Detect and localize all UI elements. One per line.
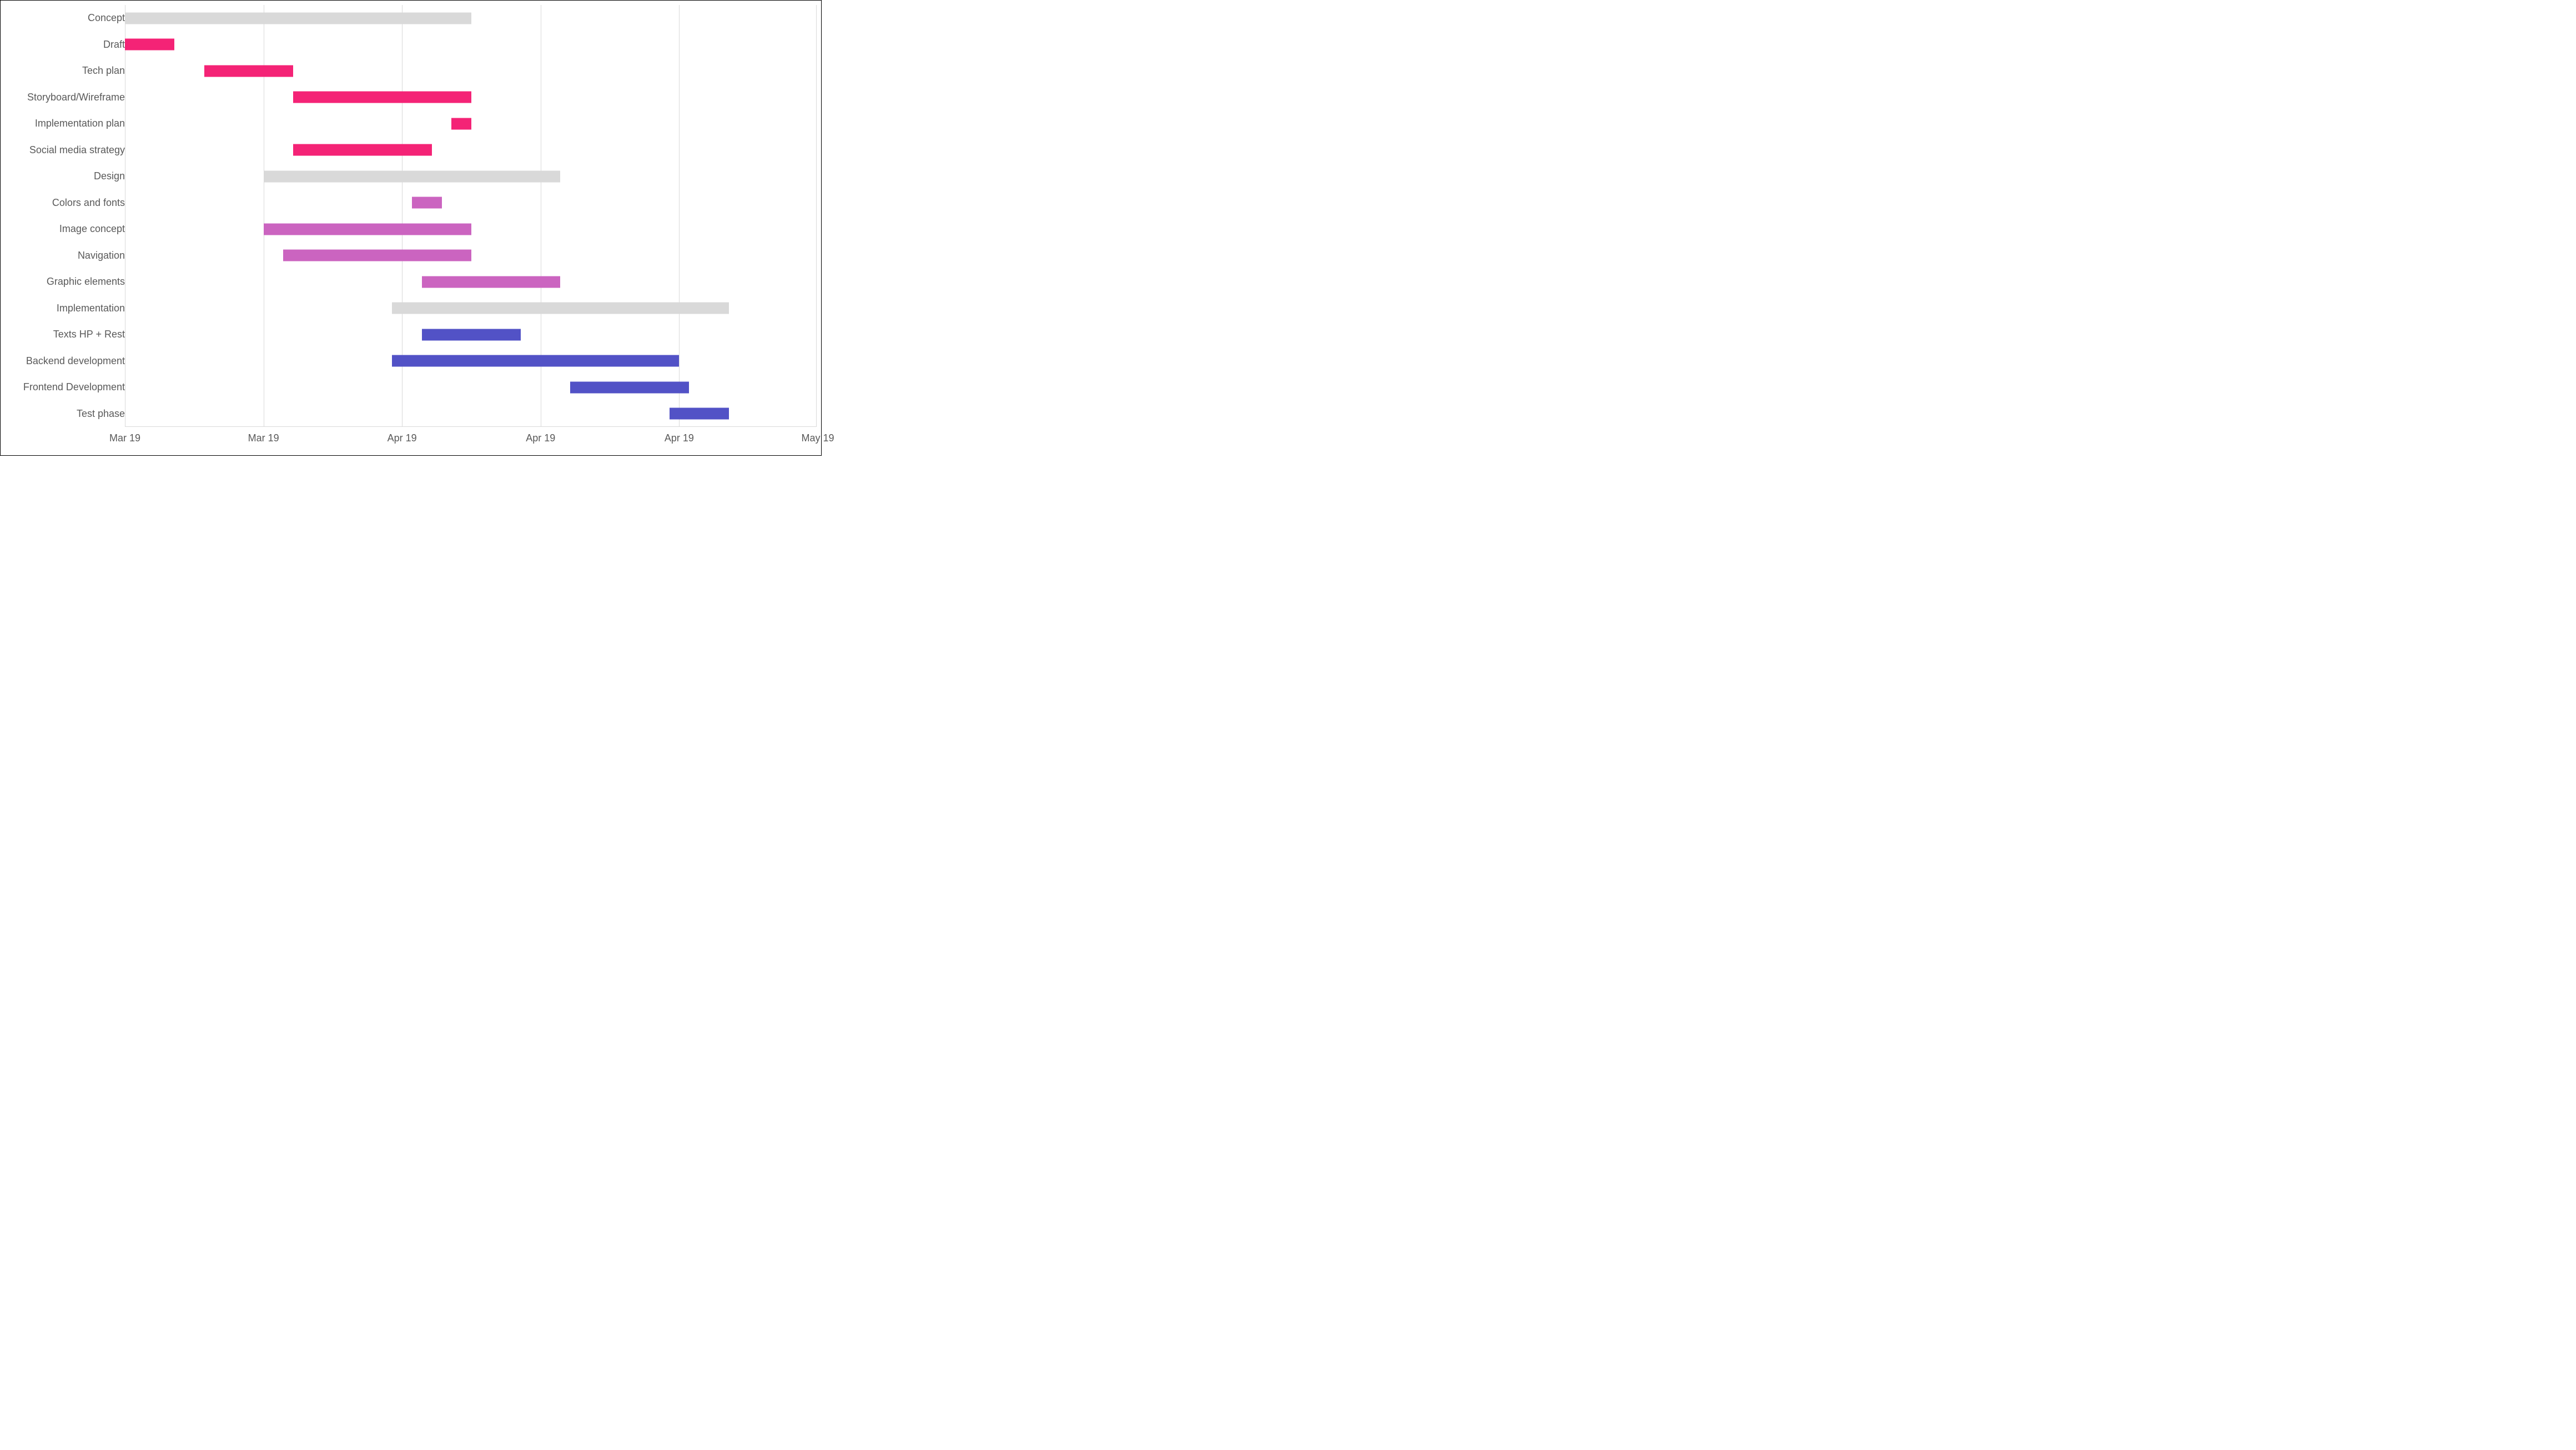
task-label-row: Social media strategy [5, 137, 125, 164]
task-row [125, 5, 816, 32]
gantt-bar [293, 144, 432, 156]
gantt-bar [392, 303, 728, 314]
task-label-row: Concept [5, 5, 125, 32]
task-label: Tech plan [82, 65, 125, 76]
task-label-row: Storyboard/Wireframe [5, 84, 125, 111]
task-row [125, 163, 816, 190]
task-label-row: Image concept [5, 216, 125, 243]
task-row [125, 374, 816, 401]
task-label: Graphic elements [47, 276, 125, 287]
task-label: Storyboard/Wireframe [27, 92, 125, 103]
task-label: Implementation plan [35, 118, 125, 129]
task-labels-column: Concept Draft Tech plan Storyboard/Wirefram… [5, 5, 125, 427]
gantt-bar [670, 408, 729, 420]
x-tick-label: Apr 19 [388, 426, 417, 451]
task-label: Backend development [26, 355, 125, 366]
task-row [125, 32, 816, 58]
x-axis: Mar 19Mar 19Apr 19Apr 19Apr 19May 19 [125, 426, 818, 451]
task-label: Image concept [59, 223, 125, 234]
task-label-row: Tech plan [5, 58, 125, 84]
task-label: Navigation [78, 250, 125, 261]
gantt-bar [264, 223, 471, 235]
gantt-chart: Concept Draft Tech plan Storyboard/Wirefram… [5, 5, 817, 451]
gantt-bar [293, 92, 471, 103]
x-tick-label: Apr 19 [526, 426, 555, 451]
task-label-row: Implementation [5, 295, 125, 322]
x-tick-label: Apr 19 [665, 426, 694, 451]
task-label-row: Colors and fonts [5, 190, 125, 217]
task-row [125, 348, 816, 375]
gantt-bar [125, 12, 471, 24]
task-label: Draft [103, 39, 125, 50]
gantt-bar [570, 381, 689, 393]
task-label: Frontend Development [23, 381, 125, 392]
task-label: Implementation [57, 303, 125, 314]
task-label-row: Test phase [5, 401, 125, 427]
task-row [125, 321, 816, 348]
task-row [125, 84, 816, 111]
x-tick-label: Mar 19 [248, 426, 279, 451]
task-label: Concept [88, 12, 125, 23]
task-label-row: Backend development [5, 348, 125, 375]
task-label-row: Navigation [5, 243, 125, 269]
task-label: Test phase [77, 408, 125, 419]
chart-frame: Concept Draft Tech plan Storyboard/Wirefram… [0, 0, 822, 456]
task-label-row: Design [5, 163, 125, 190]
task-label: Colors and fonts [52, 197, 125, 208]
gantt-bar [125, 39, 174, 51]
task-row [125, 137, 816, 164]
task-label: Design [94, 170, 125, 182]
gantt-bar [422, 276, 561, 288]
task-label-row: Frontend Development [5, 374, 125, 401]
task-label: Texts HP + Rest [53, 329, 125, 340]
gantt-bar [412, 197, 441, 209]
x-tick-label: Mar 19 [109, 426, 140, 451]
task-label-row: Draft [5, 32, 125, 58]
task-label-row: Graphic elements [5, 269, 125, 295]
task-row [125, 295, 816, 322]
x-tick-label: May 19 [801, 426, 834, 451]
task-label-row: Texts HP + Rest [5, 321, 125, 348]
plot-area [125, 5, 817, 427]
gantt-bar [204, 65, 293, 77]
task-label: Social media strategy [29, 144, 125, 155]
gantt-bar [392, 355, 679, 367]
gantt-bar [422, 329, 521, 340]
task-row [125, 216, 816, 243]
task-row [125, 110, 816, 137]
gantt-bar [283, 250, 471, 261]
task-row [125, 401, 816, 427]
task-row [125, 58, 816, 84]
task-row [125, 243, 816, 269]
task-label-row: Implementation plan [5, 110, 125, 137]
gantt-bar [264, 170, 561, 182]
task-row [125, 269, 816, 295]
task-row [125, 190, 816, 217]
gantt-bar [451, 118, 471, 129]
